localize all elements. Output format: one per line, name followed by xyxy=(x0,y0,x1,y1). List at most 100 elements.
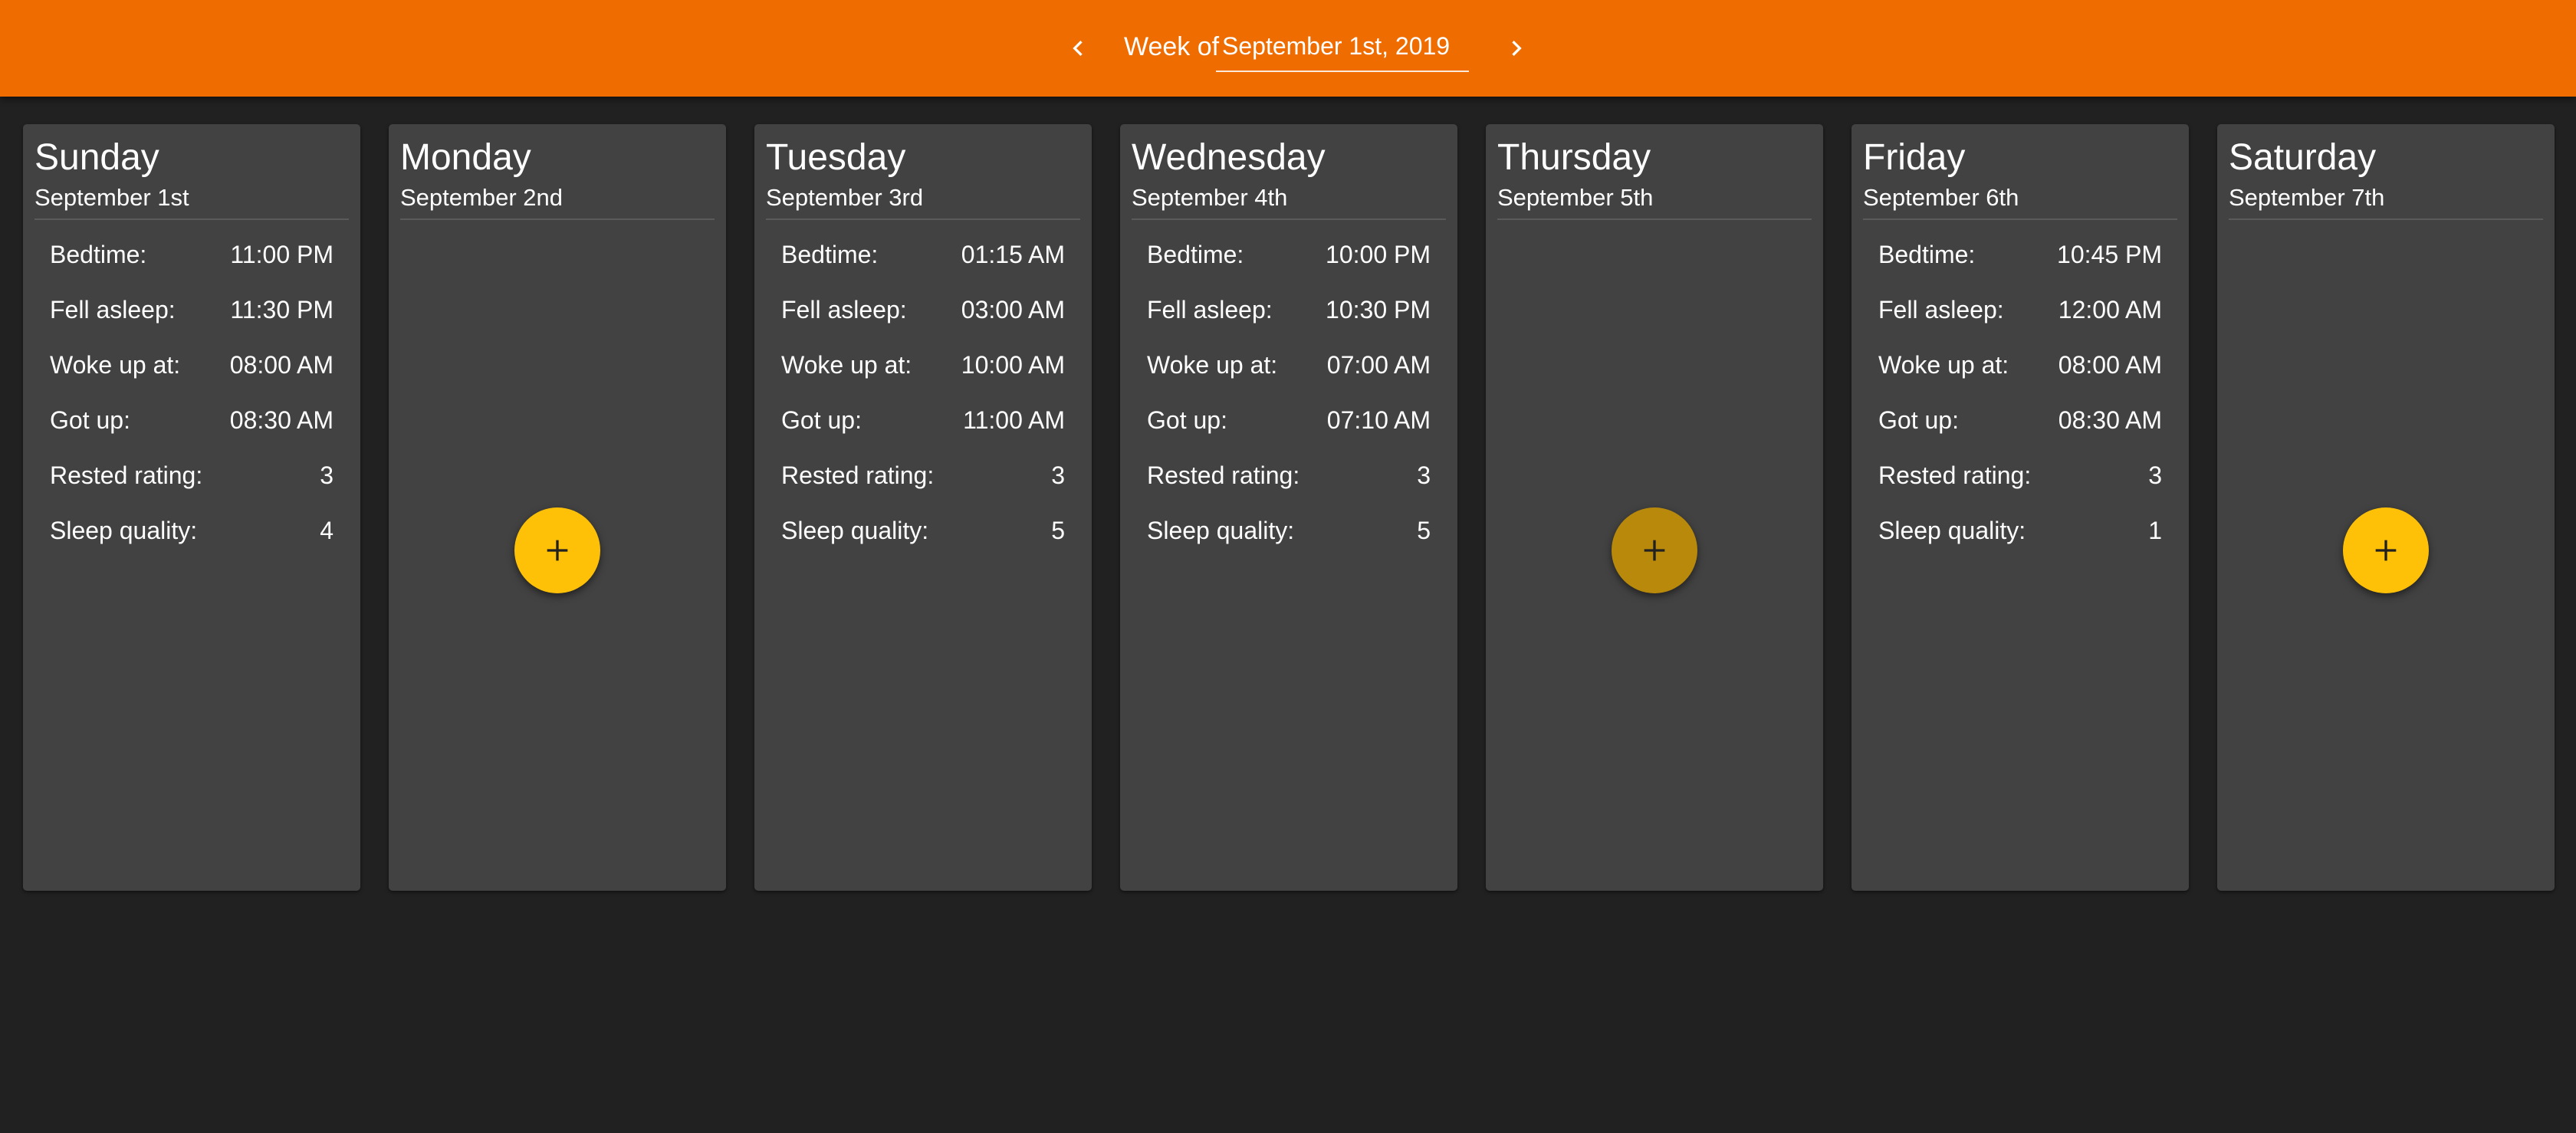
stat-row-got-up: Got up: 08:30 AM xyxy=(1878,405,2162,460)
sleep-stats: Bedtime: 10:45 PM Fell asleep: 12:00 AM Woke… xyxy=(1878,239,2162,570)
stat-value: 08:30 AM xyxy=(229,406,334,434)
day-card-saturday: Saturday September 7th xyxy=(2217,124,2555,891)
day-date: September 3rd xyxy=(766,184,924,211)
stat-label: Sleep quality: xyxy=(50,517,198,544)
stat-row-fell-asleep: Fell asleep: 12:00 AM xyxy=(1878,294,2162,350)
day-card-thursday: Thursday September 5th xyxy=(1486,124,1823,891)
day-date: September 7th xyxy=(2229,184,2385,211)
stat-value: 07:10 AM xyxy=(1326,406,1431,434)
stat-label: Rested rating: xyxy=(781,461,935,489)
stat-value: 08:30 AM xyxy=(2058,406,2162,434)
stat-row-bedtime: Bedtime: 01:15 AM xyxy=(781,239,1065,294)
add-entry-button[interactable] xyxy=(2343,507,2429,593)
stat-label: Woke up at: xyxy=(50,351,181,379)
plus-icon xyxy=(547,540,568,561)
day-divider xyxy=(2229,218,2543,220)
stat-value: 5 xyxy=(1417,517,1431,544)
stat-label: Got up: xyxy=(1147,406,1227,434)
week-prefix-label: Week of xyxy=(1124,32,1220,61)
stat-row-woke-up: Woke up at: 08:00 AM xyxy=(1878,350,2162,405)
stat-label: Woke up at: xyxy=(1147,351,1278,379)
day-name: Tuesday xyxy=(766,137,906,178)
day-date: September 2nd xyxy=(400,184,563,211)
stat-label: Sleep quality: xyxy=(1147,517,1295,544)
stat-row-woke-up: Woke up at: 07:00 AM xyxy=(1147,350,1431,405)
stat-value: 01:15 AM xyxy=(961,241,1065,268)
stat-value: 12:00 AM xyxy=(2058,296,2162,323)
sleep-stats: Bedtime: 01:15 AM Fell asleep: 03:00 AM Woke… xyxy=(781,239,1065,570)
sleep-stats: Bedtime: 11:00 PM Fell asleep: 11:30 PM Woke… xyxy=(50,239,334,570)
stat-row-woke-up: Woke up at: 08:00 AM xyxy=(50,350,334,405)
stat-row-quality: Sleep quality: 5 xyxy=(1147,515,1431,570)
stat-row-fell-asleep: Fell asleep: 03:00 AM xyxy=(781,294,1065,350)
stat-label: Rested rating: xyxy=(1147,461,1300,489)
stat-row-got-up: Got up: 07:10 AM xyxy=(1147,405,1431,460)
stat-value: 03:00 AM xyxy=(961,296,1065,323)
stat-label: Fell asleep: xyxy=(1147,296,1273,323)
stat-value: 10:00 PM xyxy=(1326,241,1431,268)
stat-value: 3 xyxy=(2148,461,2162,489)
stat-row-rested: Rested rating: 3 xyxy=(50,460,334,515)
stat-value: 10:00 AM xyxy=(961,351,1065,379)
stat-value: 1 xyxy=(2148,517,2162,544)
stat-row-bedtime: Bedtime: 10:45 PM xyxy=(1878,239,2162,294)
week-date-input[interactable] xyxy=(1216,28,1475,64)
day-card-sunday: Sunday September 1st Bedtime: 11:00 PM Fel… xyxy=(23,124,360,891)
stat-label: Bedtime: xyxy=(50,241,147,268)
day-divider xyxy=(400,218,715,220)
stat-value: 3 xyxy=(320,461,334,489)
sleep-stats: Bedtime: 10:00 PM Fell asleep: 10:30 PM Woke… xyxy=(1147,239,1431,570)
stat-label: Fell asleep: xyxy=(50,296,176,323)
stat-row-woke-up: Woke up at: 10:00 AM xyxy=(781,350,1065,405)
stat-value: 5 xyxy=(1051,517,1065,544)
stat-row-bedtime: Bedtime: 10:00 PM xyxy=(1147,239,1431,294)
stat-row-rested: Rested rating: 3 xyxy=(1878,460,2162,515)
stat-value: 11:00 AM xyxy=(963,406,1065,434)
stat-row-bedtime: Bedtime: 11:00 PM xyxy=(50,239,334,294)
day-card-friday: Friday September 6th Bedtime: 10:45 PM Fel… xyxy=(1852,124,2189,891)
day-name: Sunday xyxy=(34,137,159,178)
day-card-wednesday: Wednesday September 4th Bedtime: 10:00 PM… xyxy=(1120,124,1457,891)
stat-label: Bedtime: xyxy=(1147,241,1244,268)
stat-label: Rested rating: xyxy=(50,461,203,489)
stat-label: Fell asleep: xyxy=(1878,296,2004,323)
stat-row-quality: Sleep quality: 5 xyxy=(781,515,1065,570)
day-date: September 6th xyxy=(1863,184,2019,211)
day-name: Saturday xyxy=(2229,137,2377,178)
stat-label: Fell asleep: xyxy=(781,296,907,323)
stat-row-quality: Sleep quality: 1 xyxy=(1878,515,2162,570)
day-divider xyxy=(1863,218,2177,220)
day-name: Wednesday xyxy=(1132,137,1326,178)
day-divider xyxy=(1132,218,1446,220)
previous-week-button[interactable] xyxy=(1051,21,1105,75)
day-divider xyxy=(34,218,349,220)
stat-value: 10:30 PM xyxy=(1326,296,1431,323)
week-date-picker[interactable] xyxy=(1216,28,1475,72)
stat-label: Woke up at: xyxy=(781,351,912,379)
week-days: Sunday September 1st Bedtime: 11:00 PM Fel… xyxy=(23,124,2555,891)
chevron-right-icon xyxy=(1512,41,1522,56)
stat-value: 3 xyxy=(1051,461,1065,489)
stat-label: Woke up at: xyxy=(1878,351,2009,379)
stat-value: 10:45 PM xyxy=(2057,241,2162,268)
stat-value: 08:00 AM xyxy=(229,351,334,379)
stat-label: Got up: xyxy=(50,406,130,434)
stat-value: 4 xyxy=(320,517,334,544)
stat-row-rested: Rested rating: 3 xyxy=(781,460,1065,515)
next-week-button[interactable] xyxy=(1490,21,1543,75)
chevron-left-icon xyxy=(1073,41,1083,56)
stat-label: Bedtime: xyxy=(1878,241,1976,268)
add-entry-button[interactable] xyxy=(514,507,600,593)
day-divider xyxy=(1497,218,1812,220)
add-entry-button[interactable] xyxy=(1612,507,1697,593)
stat-value: 07:00 AM xyxy=(1326,351,1431,379)
stat-value: 3 xyxy=(1417,461,1431,489)
stat-label: Got up: xyxy=(781,406,862,434)
day-name: Friday xyxy=(1863,137,1966,178)
day-card-tuesday: Tuesday September 3rd Bedtime: 01:15 AM Fe… xyxy=(754,124,1092,891)
stat-value: 11:30 PM xyxy=(230,296,334,323)
stat-label: Sleep quality: xyxy=(1878,517,2026,544)
day-name: Monday xyxy=(400,137,531,178)
app-bar: Week of xyxy=(0,0,2576,97)
day-date: September 1st xyxy=(34,184,189,211)
